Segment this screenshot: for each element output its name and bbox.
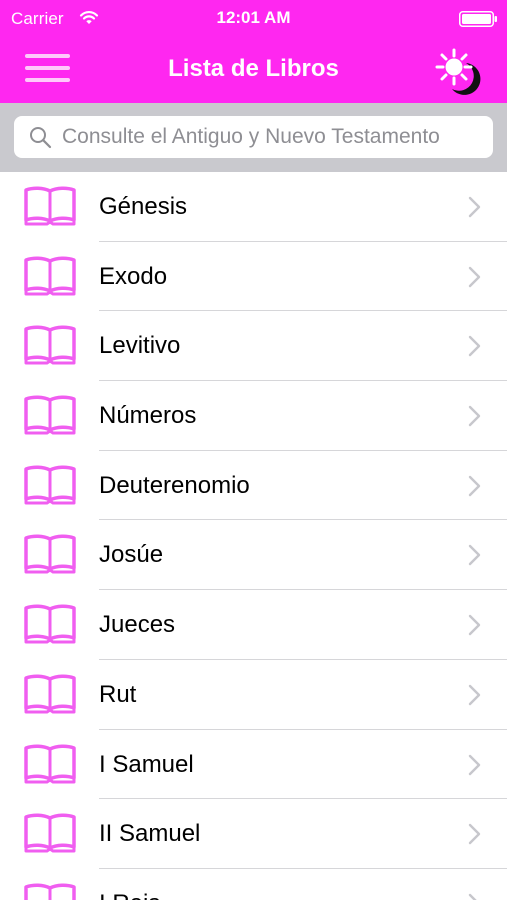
book-title: I Reis — [99, 890, 160, 900]
open-book-icon — [24, 465, 76, 505]
open-book-icon — [24, 325, 76, 365]
open-book-icon — [24, 604, 76, 644]
chevron-right-icon — [468, 684, 481, 706]
list-item[interactable]: Génesis — [0, 172, 507, 242]
open-book-icon — [24, 534, 76, 574]
open-book-icon — [24, 256, 76, 296]
list-item[interactable]: Jueces — [0, 590, 507, 660]
chevron-right-icon — [468, 754, 481, 775]
status-time: 12:01 AM — [216, 8, 291, 27]
open-book-icon — [24, 395, 76, 435]
list-item[interactable]: Josúe — [0, 520, 507, 591]
chevron-right-icon — [468, 545, 481, 566]
book-title: Génesis — [99, 193, 188, 220]
list-item[interactable]: I Samuel — [0, 730, 507, 800]
open-book-icon — [24, 674, 76, 714]
open-book-icon — [24, 813, 76, 853]
chevron-right-icon — [468, 823, 481, 845]
list-item[interactable]: II Samuel — [0, 799, 507, 869]
list-item[interactable]: Deuterenomio — [0, 451, 507, 521]
chevron-right-icon — [468, 614, 481, 636]
book-title: Levitivo — [99, 332, 181, 360]
list-item[interactable]: I Reis — [0, 869, 507, 900]
book-title: I Samuel — [99, 750, 194, 778]
sun-moon-icon[interactable] — [430, 43, 486, 99]
navigation-bar: Lista de Libros — [0, 36, 507, 103]
chevron-right-icon — [468, 893, 477, 900]
list-item[interactable]: Rut — [0, 660, 507, 730]
list-item[interactable]: Números — [0, 381, 507, 451]
book-title: Deuterenomio — [99, 471, 250, 499]
chevron-right-icon — [468, 196, 481, 218]
chevron-right-icon — [468, 475, 481, 496]
chevron-right-icon — [468, 336, 481, 357]
list-item[interactable]: Exodo — [0, 242, 507, 312]
book-title: II Samuel — [99, 820, 201, 848]
open-book-icon — [24, 186, 76, 226]
open-book-icon — [24, 744, 76, 783]
list-item[interactable]: Levitivo — [0, 311, 507, 382]
book-title: Josúe — [99, 541, 164, 569]
open-book-icon — [24, 883, 76, 900]
status-bar: Carrier 12:01 AM — [0, 0, 507, 36]
search-input[interactable] — [62, 116, 490, 158]
search-bar — [0, 103, 507, 172]
search-field[interactable] — [14, 116, 493, 158]
chevron-right-icon — [468, 266, 481, 287]
book-title: Exodo — [99, 262, 168, 290]
battery-icon — [459, 11, 497, 27]
book-title: Números — [99, 402, 197, 430]
book-title: Rut — [99, 680, 137, 708]
book-title: Jueces — [99, 611, 176, 639]
book-list: Génesis Exodo Levitivo Números Deuterenomio J… — [0, 172, 507, 900]
chevron-right-icon — [468, 405, 481, 427]
search-icon — [30, 127, 52, 149]
